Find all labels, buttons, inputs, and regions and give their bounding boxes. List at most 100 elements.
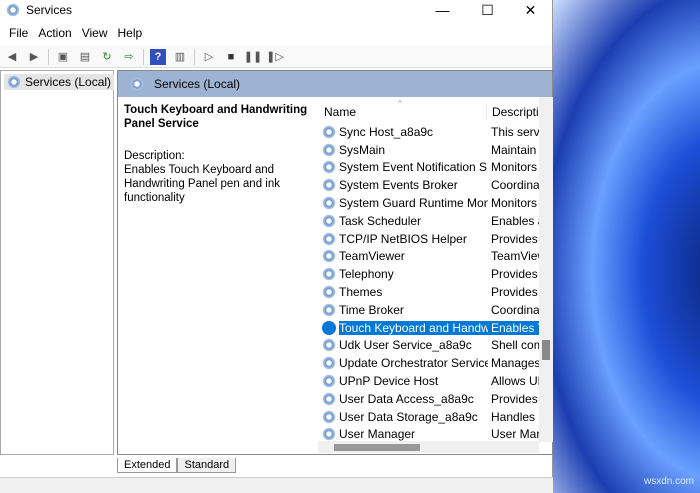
stop-service-icon[interactable]: ■ <box>223 49 239 65</box>
service-name-cell: Time Broker <box>318 302 488 317</box>
service-gear-icon <box>322 213 336 228</box>
service-name-cell: Telephony <box>318 267 488 282</box>
service-name: System Guard Runtime Mon... <box>339 196 488 211</box>
pause-service-icon[interactable]: ❚❚ <box>244 49 262 65</box>
description-text: Enables Touch Keyboard and Handwriting P… <box>124 164 280 204</box>
service-name-cell: Themes <box>318 285 488 300</box>
service-row[interactable]: Sync Host_a8a9c This servi <box>318 123 553 141</box>
tree-node-label: Services (Local) <box>25 75 112 89</box>
service-gear-icon <box>322 196 336 211</box>
properties-icon[interactable]: ▤ <box>77 49 93 65</box>
service-name: TCP/IP NetBIOS Helper <box>339 231 467 246</box>
menu-help[interactable]: Help <box>113 26 148 40</box>
service-description: Monitors <box>491 196 538 211</box>
service-name-cell: TeamViewer <box>318 249 488 264</box>
service-name: Time Broker <box>339 302 404 317</box>
menu-file[interactable]: File <box>4 26 33 40</box>
services-icon <box>6 3 20 17</box>
service-row[interactable]: System Guard Runtime Mon... Monitors <box>318 194 553 212</box>
service-name-cell: User Data Access_a8a9c <box>318 391 488 406</box>
description-label: Description: <box>124 150 185 162</box>
service-description: Manages <box>491 356 541 371</box>
service-row[interactable]: Task Scheduler Enables a <box>318 212 553 230</box>
service-description: Enables a <box>491 213 541 228</box>
minimize-button[interactable]: — <box>420 0 465 20</box>
service-row[interactable]: Themes Provides <box>318 283 553 301</box>
divider <box>194 48 195 65</box>
menu-view[interactable]: View <box>77 26 113 40</box>
panel-header-title: Services (Local) <box>154 77 241 91</box>
help-icon[interactable]: ? <box>150 48 166 65</box>
service-description: Allows UF <box>491 374 541 389</box>
services-icon <box>130 77 144 91</box>
maximize-button[interactable]: ☐ <box>465 0 510 20</box>
service-row[interactable]: System Events Broker Coordina <box>318 176 553 194</box>
service-description: TeamView <box>491 249 541 264</box>
service-gear-icon <box>322 356 336 371</box>
menu-action[interactable]: Action <box>33 26 76 40</box>
tab-standard[interactable]: Standard <box>177 458 237 473</box>
service-description: Coordina <box>491 178 540 193</box>
toolbar: ◀ ▶ ▣ ▤ ↻ ⇨ ? ▥ ▷ ■ ❚❚ ❚▷ <box>0 46 552 68</box>
vertical-scrollbar[interactable] <box>539 97 553 442</box>
service-row[interactable]: SysMain Maintain <box>318 141 553 159</box>
services-icon <box>7 75 21 89</box>
back-icon[interactable]: ◀ <box>4 49 20 65</box>
service-row[interactable]: Touch Keyboard and Handw... Enables T <box>318 319 553 337</box>
show-hide-tree-icon[interactable]: ▣ <box>55 49 71 65</box>
services-panel: Services (Local) Touch Keyboard and Hand… <box>117 70 553 455</box>
view-tabs: Extended Standard <box>117 458 237 473</box>
service-name: User Manager <box>339 427 416 442</box>
service-description: Maintain <box>491 142 537 157</box>
close-button[interactable]: ✕ <box>508 0 553 20</box>
service-name: Update Orchestrator Service <box>339 356 488 371</box>
service-row[interactable]: TeamViewer TeamView <box>318 248 553 266</box>
service-name-cell: SysMain <box>318 142 488 157</box>
column-description[interactable]: Description <box>486 105 541 119</box>
service-row[interactable]: Time Broker Coordina <box>318 301 553 319</box>
column-name[interactable]: Name <box>318 105 486 119</box>
service-gear-icon <box>322 231 336 246</box>
restart-service-icon[interactable]: ❚▷ <box>266 49 284 65</box>
console-tree: Services (Local) <box>0 70 115 455</box>
horizontal-scrollbar[interactable] <box>318 441 539 453</box>
service-row[interactable]: User Data Storage_a8a9c Handles s <box>318 408 553 426</box>
scrollbar-thumb[interactable] <box>542 340 550 360</box>
service-gear-icon <box>322 142 336 157</box>
service-name: Sync Host_a8a9c <box>339 124 434 139</box>
service-row[interactable]: Update Orchestrator Service Manages <box>318 354 553 372</box>
service-name-cell: Task Scheduler <box>318 213 488 228</box>
export-list-icon[interactable]: ⇨ <box>121 49 137 65</box>
tree-node-services-local[interactable]: Services (Local) <box>4 74 115 90</box>
service-description: User Mar <box>491 427 541 442</box>
service-row[interactable]: Telephony Provides <box>318 265 553 283</box>
service-row[interactable]: System Event Notification S... Monitors <box>318 159 553 177</box>
forward-icon[interactable]: ▶ <box>26 49 42 65</box>
service-gear-icon <box>322 124 336 139</box>
service-row[interactable]: UPnP Device Host Allows UF <box>318 372 553 390</box>
service-name: Touch Keyboard and Handw... <box>339 320 488 335</box>
action-pane-icon[interactable]: ▥ <box>172 49 188 65</box>
service-name: SysMain <box>339 142 386 157</box>
divider <box>143 48 144 65</box>
service-row[interactable]: User Data Access_a8a9c Provides <box>318 390 553 408</box>
service-gear-icon <box>322 285 336 300</box>
service-gear-icon <box>322 427 336 442</box>
start-service-icon[interactable]: ▷ <box>201 49 217 65</box>
service-row[interactable]: Udk User Service_a8a9c Shell com <box>318 337 553 355</box>
service-description: Enables T <box>488 320 541 335</box>
service-name-cell: User Manager <box>318 427 488 442</box>
service-name-cell: System Events Broker <box>318 178 488 193</box>
service-description: Handles s <box>491 409 541 424</box>
service-name-cell: TCP/IP NetBIOS Helper <box>318 231 488 246</box>
tab-extended[interactable]: Extended <box>117 458 178 473</box>
service-row[interactable]: TCP/IP NetBIOS Helper Provides <box>318 230 553 248</box>
service-name: System Events Broker <box>339 178 458 193</box>
service-description: Coordina <box>491 302 540 317</box>
scrollbar-thumb[interactable] <box>334 444 420 451</box>
service-description: Provides <box>491 285 538 300</box>
refresh-icon[interactable]: ↻ <box>99 49 115 65</box>
panel-header: Services (Local) <box>118 71 552 97</box>
services-list: ^ Name Description Sync Host_a8a9c This s… <box>318 97 553 454</box>
services-window: Services — ☐ ✕ File Action View Help ◀ ▶… <box>0 0 553 493</box>
